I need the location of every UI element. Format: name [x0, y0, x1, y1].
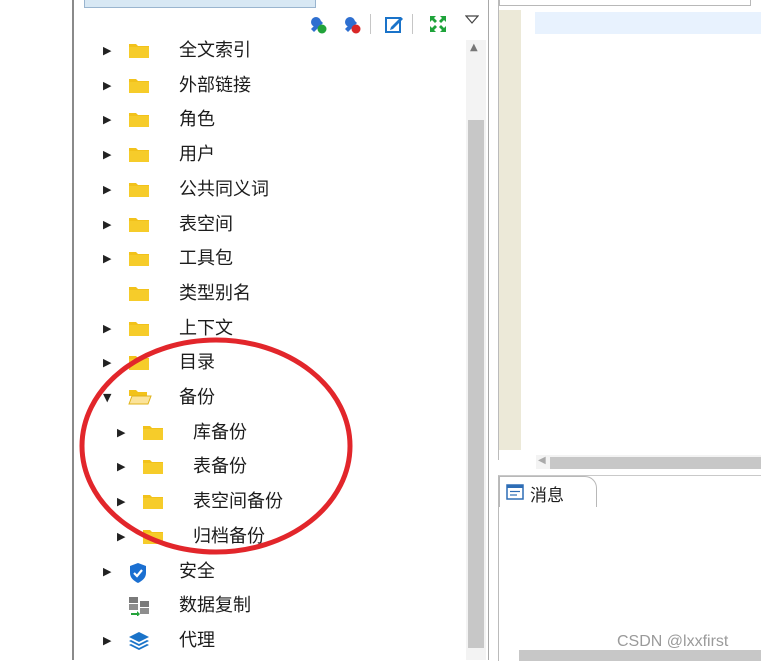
folder-icon [128, 41, 149, 58]
tree-node-label: 公共同义词 [179, 178, 269, 200]
edit-icon [385, 17, 403, 33]
scrollbar-thumb[interactable] [468, 120, 484, 648]
folder-icon [128, 110, 149, 128]
tree-node[interactable]: ▶ 全文索引 [74, 36, 464, 66]
disconnect-button[interactable] [340, 12, 364, 36]
expand-arrow-icon[interactable]: ▶ [103, 149, 113, 160]
tree-node[interactable]: ▶ 角色 [74, 105, 464, 135]
messages-horizontal-scrollbar[interactable] [519, 650, 761, 661]
folder-icon [128, 284, 149, 301]
tree-node[interactable]: 类型别名 [74, 279, 464, 309]
left-margin [0, 0, 72, 660]
scroll-left-icon[interactable]: ◀ [538, 455, 546, 466]
tree-node-label: 类型别名 [179, 282, 251, 304]
layers-icon [128, 631, 149, 650]
expand-arrow-icon[interactable]: ▶ [103, 253, 113, 264]
sql-editor[interactable] [498, 0, 761, 460]
tree-node[interactable]: ▶ 公共同义词 [74, 175, 464, 205]
connect-button[interactable] [306, 12, 330, 36]
folder-icon [128, 76, 149, 93]
vertical-scrollbar[interactable]: ▲ [466, 40, 486, 660]
editor-horizontal-scrollbar[interactable]: ◀ [536, 455, 761, 469]
tree-node[interactable]: ▶ 用户 [74, 140, 464, 170]
connect-icon [311, 17, 327, 34]
tree-panel-tab[interactable] [84, 0, 316, 8]
toolbar-separator [370, 14, 371, 34]
message-icon [506, 484, 524, 500]
messages-tab-label: 消息 [530, 486, 564, 506]
folder-icon [128, 145, 149, 163]
expand-arrow-icon[interactable]: ▶ [103, 80, 113, 91]
tree-node-label: 表空间 [179, 213, 233, 235]
expand-arrow-icon[interactable]: ▶ [103, 635, 113, 646]
expand-arrow-icon[interactable]: ▶ [103, 566, 113, 577]
view-menu-icon [465, 15, 479, 24]
tree-node[interactable]: ▶ 工具包 [74, 244, 464, 274]
view-menu-button[interactable] [460, 8, 484, 32]
folder-icon [128, 215, 149, 232]
expand-icon [430, 16, 446, 32]
editor-tab[interactable] [499, 0, 751, 6]
shield-icon [128, 562, 148, 583]
tree-node[interactable]: 数据复制 [74, 591, 464, 621]
tree-node-label: 安全 [179, 560, 215, 582]
current-line-highlight [535, 12, 761, 34]
tree-node-label: 代理 [179, 629, 215, 651]
scroll-up-icon[interactable]: ▲ [470, 42, 478, 53]
expand-button[interactable] [426, 12, 450, 36]
line-number-gutter [499, 10, 521, 450]
scrollbar-thumb[interactable] [550, 457, 761, 469]
tree-node-label: 数据复制 [179, 595, 251, 617]
disconnect-icon [345, 17, 361, 34]
tree-node[interactable]: ▶ 代理 [74, 626, 464, 656]
expand-arrow-icon[interactable]: ▶ [103, 45, 113, 56]
expand-arrow-icon[interactable]: ▶ [103, 114, 113, 125]
edit-button[interactable] [382, 12, 406, 36]
replication-icon [128, 596, 149, 618]
tab-messages[interactable]: 消息 [499, 476, 597, 507]
tree-node-label: 工具包 [179, 248, 233, 270]
folder-icon [128, 249, 149, 267]
expand-arrow-icon[interactable]: ▶ [103, 184, 113, 195]
tree-node-label: 用户 [179, 144, 215, 166]
tree-node-label: 外部链接 [179, 74, 251, 96]
watermark: CSDN @lxxfirst [617, 633, 729, 650]
annotation-ellipse [79, 337, 353, 555]
folder-icon [128, 180, 149, 197]
toolbar-separator [412, 14, 413, 34]
tree-node-label: 角色 [179, 109, 215, 131]
tree-node-label: 全文索引 [179, 40, 251, 61]
tree-node[interactable]: ▶ 外部链接 [74, 71, 464, 101]
expand-arrow-icon[interactable]: ▶ [103, 219, 113, 230]
tree-node[interactable]: ▶ 表空间 [74, 210, 464, 240]
